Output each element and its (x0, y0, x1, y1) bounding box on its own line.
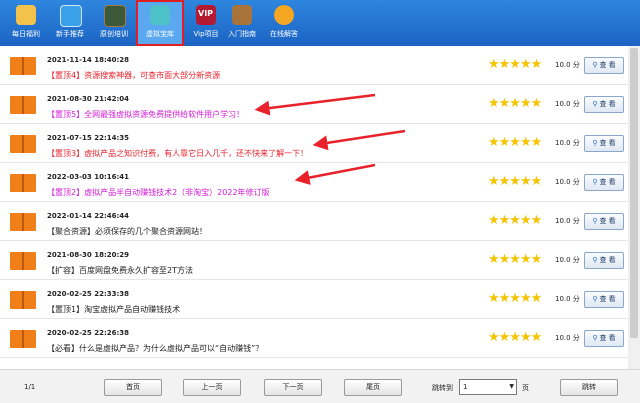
next-page-button[interactable]: 下一页 (264, 379, 322, 396)
scrollbar-thumb[interactable] (630, 48, 638, 338)
arrow-line (254, 93, 376, 116)
pagination-bar: 1/1 首页 上一页 下一页 尾页 跳转到 1 ▼ 页 跳转 (0, 369, 640, 403)
annotation-arrows (254, 93, 406, 185)
page-info: 1/1 (24, 383, 36, 391)
page-select-value: 1 (463, 383, 468, 391)
jump-label: 跳转到 (432, 384, 453, 392)
chevron-down-icon: ▼ (509, 383, 514, 390)
first-page-button[interactable]: 首页 (104, 379, 162, 396)
page-select[interactable]: 1 ▼ (459, 379, 517, 395)
page-suffix: 页 (522, 384, 529, 392)
jump-button[interactable]: 跳转 (560, 379, 618, 396)
last-page-button[interactable]: 尾页 (344, 379, 402, 396)
arrow-line (312, 129, 406, 151)
prev-page-button[interactable]: 上一页 (183, 379, 241, 396)
arrow-line (294, 163, 376, 185)
